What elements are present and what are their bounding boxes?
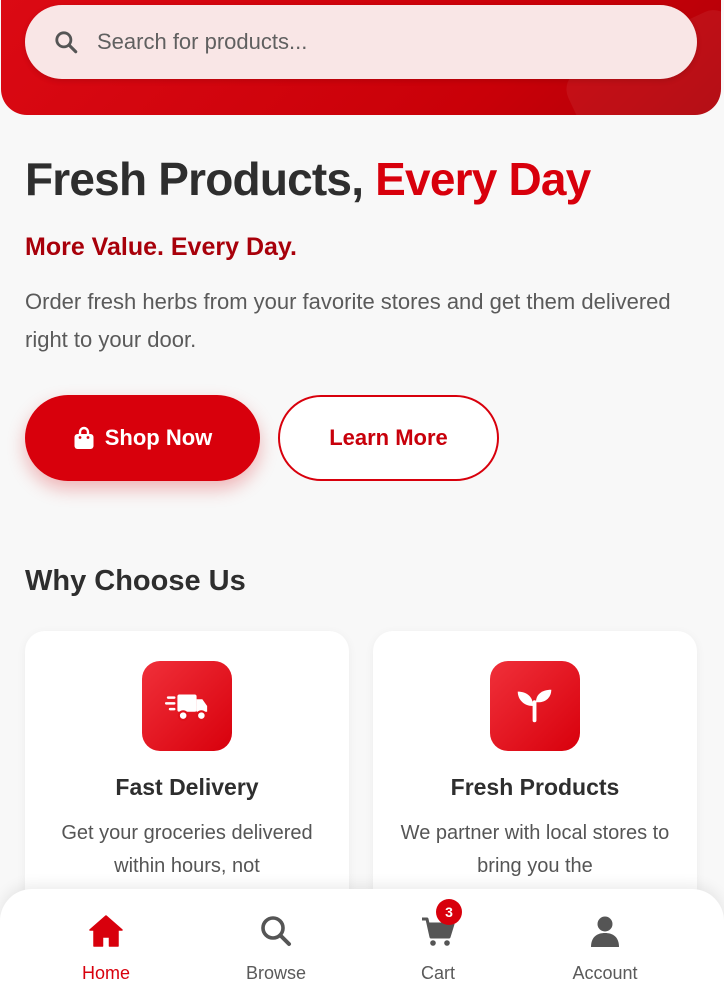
home-icon (89, 915, 123, 947)
feature-card-fresh-products: Fresh Products We partner with local sto… (373, 631, 697, 931)
nav-item-browse[interactable]: Browse (206, 911, 346, 984)
shop-now-button[interactable]: Shop Now (25, 395, 260, 481)
feature-description: We partner with local stores to bring yo… (400, 822, 670, 877)
feature-icon-badge (142, 661, 232, 751)
feature-card-fast-delivery: Fast Delivery Get your groceries deliver… (25, 631, 349, 931)
learn-more-label: Learn More (329, 425, 448, 450)
hero-tagline: More Value. Every Day. (25, 233, 297, 261)
why-choose-us-title: Why Choose Us (25, 565, 246, 597)
shopping-bag-icon (74, 426, 94, 449)
truck-icon (164, 694, 208, 721)
hero-description: Order fresh herbs from your favorite sto… (25, 289, 671, 352)
nav-label: Account (572, 963, 638, 983)
hero-title-main: Fresh Products, (25, 153, 376, 205)
shop-now-label: Shop Now (104, 425, 213, 450)
feature-title: Fresh Products (450, 774, 620, 800)
hero-title-accent: Every Day (375, 153, 591, 205)
search-bar[interactable] (25, 5, 697, 79)
app-screen: Fresh Products, Every Day More Value. Ev… (0, 0, 724, 1007)
search-icon (55, 31, 78, 54)
seedling-icon (517, 689, 552, 723)
nav-item-account[interactable]: Account (535, 911, 675, 984)
search-icon (261, 916, 291, 946)
nav-label: Home (81, 963, 130, 983)
feature-icon-badge (490, 661, 580, 751)
hero-title: Fresh Products, Every Day (25, 152, 591, 206)
cart-count-badge: 3 (436, 899, 462, 925)
user-icon (591, 916, 619, 947)
bottom-navigation: Home Browse 3 Cart Account (0, 889, 724, 1007)
feature-description: Get your groceries delivered within hour… (61, 822, 313, 877)
nav-label: Browse (245, 963, 307, 983)
nav-item-home[interactable]: Home (36, 911, 176, 984)
search-input[interactable] (97, 29, 657, 55)
feature-title: Fast Delivery (115, 774, 259, 800)
nav-item-cart[interactable]: 3 Cart (368, 899, 508, 984)
nav-label: Cart (420, 963, 455, 983)
learn-more-button[interactable]: Learn More (278, 395, 499, 481)
